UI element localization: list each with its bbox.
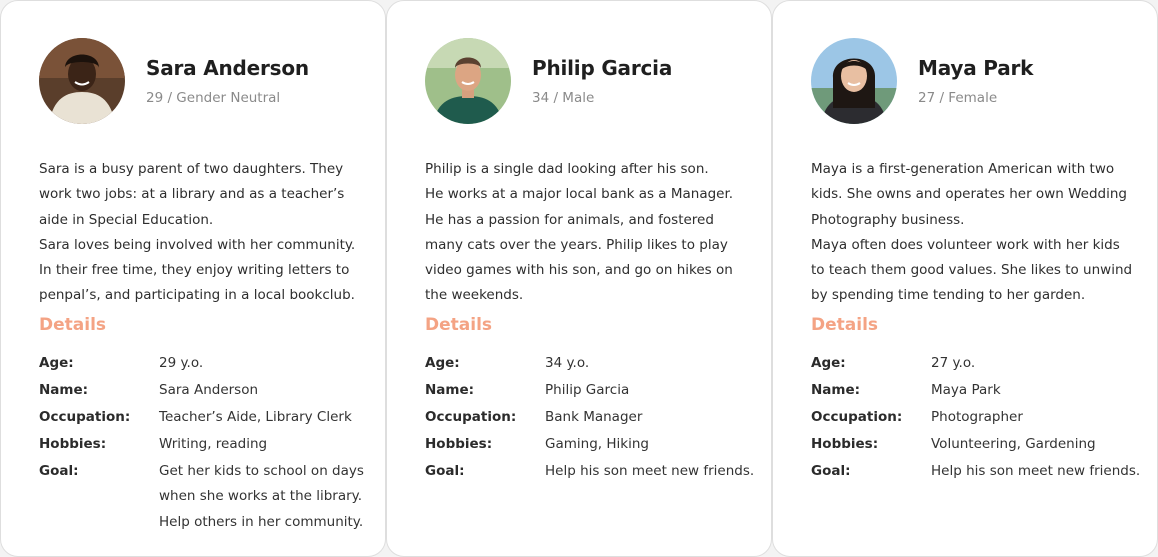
bio-line: to teach them good values. She likes to … (811, 262, 1133, 279)
detail-row-name: Name: Maya Park (811, 376, 1151, 403)
detail-value: Volunteering, Gardening (931, 435, 1096, 452)
bio-line: He works at a major local bank as a Mana… (425, 186, 734, 203)
detail-value: Maya Park (931, 381, 1001, 398)
detail-label: Hobbies: (425, 435, 493, 452)
persona-name: Sara Anderson (146, 56, 309, 80)
persona-header: Philip Garcia 34 / Male (425, 38, 672, 124)
detail-value: Bank Manager (545, 408, 643, 425)
persona-card-maya: Maya Park 27 / Female Maya is a first-ge… (772, 0, 1158, 557)
persona-name: Maya Park (918, 56, 1034, 80)
persona-bio: Philip is a single dad looking after his… (425, 157, 757, 309)
detail-row-hobbies: Hobbies: Writing, reading (39, 430, 379, 457)
details-heading: Details (39, 315, 107, 335)
detail-label: Age: (39, 354, 74, 371)
avatar (811, 38, 897, 124)
bio-line: Philip is a single dad looking after his… (425, 161, 709, 177)
goal-line: Get her kids to school on days (159, 462, 364, 479)
detail-label: Age: (425, 354, 460, 371)
detail-value: Help his son meet new friends. (545, 457, 754, 484)
goal-line: Help his son meet new friends. (545, 462, 755, 479)
goal-line: Help his son meet new friends. (931, 462, 1141, 479)
goal-line: when she works at the library. (159, 488, 363, 504)
detail-value: Get her kids to school on days when she … (159, 457, 364, 535)
bio-line: aide in Special Education. (39, 211, 214, 228)
bio-line: by spending time tending to her garden. (811, 287, 1086, 304)
persona-age-gender: 34 / Male (532, 90, 595, 106)
bio-line: Maya is a first-generation American with… (811, 161, 1115, 177)
detail-value: 29 y.o. (159, 354, 204, 371)
detail-label: Goal: (425, 462, 465, 479)
persona-header: Maya Park 27 / Female (811, 38, 1033, 124)
details-list: Age: 29 y.o. Name: Sara Anderson Occupat… (39, 349, 379, 535)
bio-line: Photography business. (811, 211, 965, 228)
detail-label: Occupation: (811, 408, 903, 425)
detail-row-occupation: Occupation: Bank Manager (425, 403, 765, 430)
detail-label: Occupation: (425, 408, 517, 425)
detail-row-occupation: Occupation: Photographer (811, 403, 1151, 430)
detail-label: Name: (39, 381, 89, 398)
detail-row-age: Age: 29 y.o. (39, 349, 379, 376)
detail-row-age: Age: 34 y.o. (425, 349, 765, 376)
persona-card-philip: Philip Garcia 34 / Male Philip is a sing… (386, 0, 772, 557)
detail-label: Hobbies: (811, 435, 879, 452)
detail-label: Goal: (39, 462, 79, 479)
detail-value: Photographer (931, 408, 1023, 425)
detail-row-age: Age: 27 y.o. (811, 349, 1151, 376)
persona-card-sara: Sara Anderson 29 / Gender Neutral Sara i… (0, 0, 386, 557)
bio-line: Maya often does volunteer work with her … (811, 236, 1120, 253)
detail-row-occupation: Occupation: Teacher’s Aide, Library Cler… (39, 403, 379, 430)
bio-line: work two jobs: at a library and as a tea… (39, 186, 345, 203)
detail-value: 34 y.o. (545, 354, 590, 371)
detail-label: Occupation: (39, 408, 131, 425)
detail-label: Hobbies: (39, 435, 107, 452)
persona-cards: Sara Anderson 29 / Gender Neutral Sara i… (0, 0, 1158, 557)
detail-value: 27 y.o. (931, 354, 976, 371)
detail-value: Teacher’s Aide, Library Clerk (159, 408, 352, 425)
bio-line: kids. She owns and operates her own Wedd… (811, 186, 1127, 203)
detail-value: Gaming, Hiking (545, 435, 649, 452)
detail-label: Name: (425, 381, 475, 398)
bio-line: penpal’s, and participating in a local b… (39, 287, 355, 304)
avatar (425, 38, 511, 124)
bio-line: Sara is a busy parent of two daughters. … (39, 161, 344, 177)
detail-row-name: Name: Philip Garcia (425, 376, 765, 403)
bio-line: He has a passion for animals, and foster… (425, 211, 714, 228)
detail-value: Philip Garcia (545, 381, 630, 398)
detail-value: Help his son meet new friends. (931, 457, 1140, 484)
avatar (39, 38, 125, 124)
persona-age-gender: 29 / Gender Neutral (146, 90, 281, 106)
persona-header: Sara Anderson 29 / Gender Neutral (39, 38, 309, 124)
persona-name: Philip Garcia (532, 56, 673, 80)
detail-value: Sara Anderson (159, 381, 259, 398)
details-list: Age: 27 y.o. Name: Maya Park Occupation:… (811, 349, 1151, 484)
detail-row-hobbies: Hobbies: Gaming, Hiking (425, 430, 765, 457)
persona-age-gender: 27 / Female (918, 90, 998, 106)
bio-line: the weekends. (425, 287, 524, 304)
detail-row-hobbies: Hobbies: Volunteering, Gardening (811, 430, 1151, 457)
details-list: Age: 34 y.o. Name: Philip Garcia Occupat… (425, 349, 765, 484)
bio-line: many cats over the years. Philip likes t… (425, 236, 728, 253)
detail-row-goal: Goal: Help his son meet new friends. (425, 457, 765, 484)
details-heading: Details (425, 315, 493, 335)
persona-bio: Sara is a busy parent of two daughters. … (39, 157, 371, 309)
detail-label: Goal: (811, 462, 851, 479)
details-heading: Details (811, 315, 879, 335)
goal-line: Help others in her community. (159, 513, 364, 530)
persona-bio: Maya is a first-generation American with… (811, 157, 1143, 309)
detail-row-name: Name: Sara Anderson (39, 376, 379, 403)
detail-value: Writing, reading (159, 435, 268, 452)
detail-row-goal: Goal: Help his son meet new friends. (811, 457, 1151, 484)
bio-line: In their free time, they enjoy writing l… (39, 262, 350, 279)
detail-row-goal: Goal: Get her kids to school on days whe… (39, 457, 379, 535)
bio-line: video games with his son, and go on hike… (425, 262, 733, 279)
detail-label: Age: (811, 354, 846, 371)
detail-label: Name: (811, 381, 861, 398)
bio-line: Sara loves being involved with her commu… (39, 236, 356, 253)
